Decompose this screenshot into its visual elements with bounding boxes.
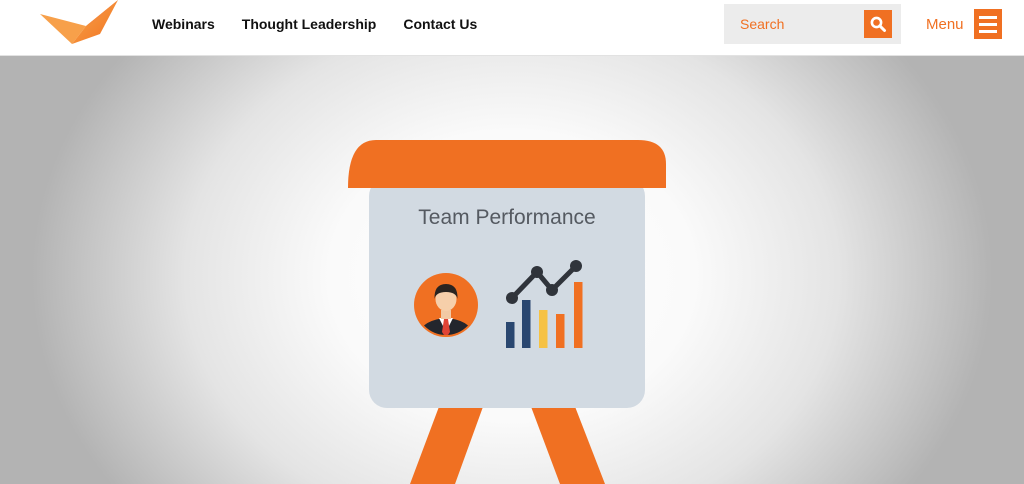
search-button[interactable] — [864, 10, 892, 38]
board-header-bar — [348, 140, 666, 188]
hamburger-line — [979, 15, 997, 19]
search-input[interactable] — [724, 4, 860, 44]
hamburger-icon[interactable] — [974, 9, 1002, 39]
nav-contact-us[interactable]: Contact Us — [403, 16, 477, 32]
presentation-illustration — [348, 140, 666, 484]
main-nav: Webinars Thought Leadership Contact Us — [152, 0, 504, 48]
site-header: Webinars Thought Leadership Contact Us M… — [0, 0, 1024, 56]
board-title: Team Performance — [418, 206, 596, 229]
menu-label[interactable]: Menu — [926, 16, 964, 33]
hamburger-line — [979, 22, 997, 26]
easel-legs — [410, 404, 605, 484]
nav-webinars[interactable]: Webinars — [152, 16, 215, 32]
search-icon — [870, 16, 886, 32]
hero-banner: Team Performance — [0, 56, 1024, 484]
search-box — [724, 4, 901, 44]
logo[interactable] — [38, 0, 122, 48]
hamburger-line — [979, 29, 997, 33]
nav-thought-leadership[interactable]: Thought Leadership — [242, 16, 377, 32]
